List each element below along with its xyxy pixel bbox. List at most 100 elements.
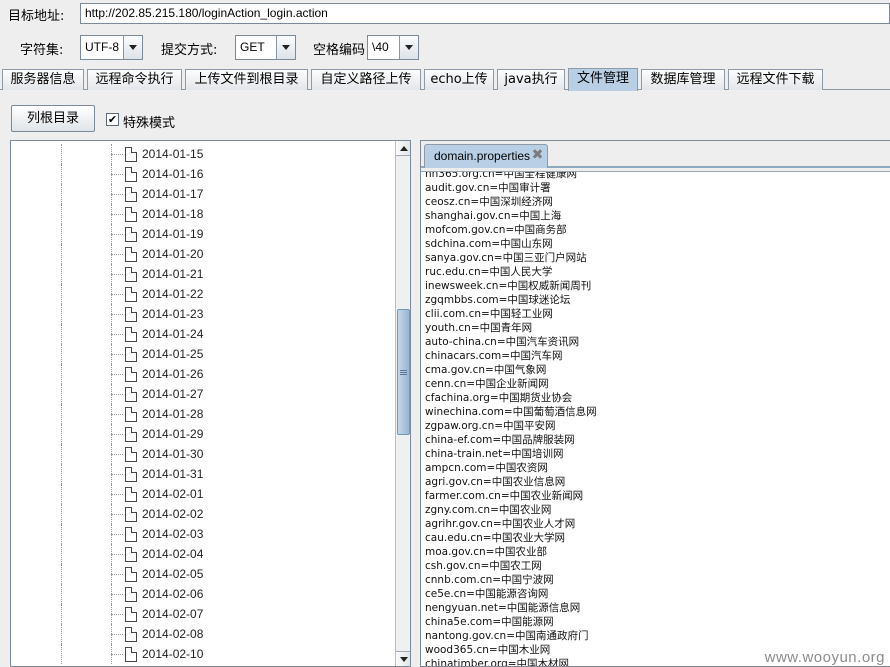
target-url-input[interactable]: http://202.85.215.180/loginAction_login.… xyxy=(80,3,890,24)
file-icon xyxy=(125,447,137,462)
tree-item[interactable]: 2014-01-18 xyxy=(11,204,395,224)
file-icon xyxy=(125,287,137,302)
tree-guide-line xyxy=(61,144,62,164)
tree-item-label: 2014-02-02 xyxy=(142,507,204,521)
tree-scrollbar[interactable] xyxy=(395,141,410,666)
tree-item[interactable]: 2014-02-08 xyxy=(11,624,395,644)
charset-select[interactable]: UTF-8 xyxy=(80,35,143,60)
tree-item[interactable]: 2014-02-07 xyxy=(11,604,395,624)
tree-item[interactable]: 2014-01-30 xyxy=(11,444,395,464)
tree-item[interactable]: 2014-01-26 xyxy=(11,364,395,384)
text-line: ruc.edu.cn=中国人民大学 xyxy=(425,266,553,278)
tree-item[interactable]: 2014-02-05 xyxy=(11,564,395,584)
space-encoding-select[interactable]: \40 xyxy=(367,35,419,60)
tree-item[interactable]: 2014-01-27 xyxy=(11,384,395,404)
tree-item[interactable]: 2014-01-31 xyxy=(11,464,395,484)
method-select[interactable]: GET xyxy=(235,35,296,60)
file-icon xyxy=(125,587,137,602)
space-encoding-value: \40 xyxy=(372,40,389,54)
tab-upload-root[interactable]: 上传文件到根目录 xyxy=(185,69,308,90)
tab-echo-upload[interactable]: echo上传 xyxy=(424,69,494,90)
tree-branch-line xyxy=(111,354,123,355)
tree-item[interactable]: 2014-01-16 xyxy=(11,164,395,184)
text-line: nengyuan.net=中国能源信息网 xyxy=(425,602,581,614)
method-label: 提交方式: xyxy=(161,43,218,58)
text-line: zgqmbbs.com=中国球迷论坛 xyxy=(425,294,571,306)
panel-splitter[interactable] xyxy=(412,140,420,667)
text-line: auto-china.cn=中国汽车资讯网 xyxy=(425,336,580,348)
editor-tabbar: domain.properties ✖ xyxy=(421,141,890,168)
tab-db-manager[interactable]: 数据库管理 xyxy=(641,69,725,90)
file-tab-domain-properties[interactable]: domain.properties ✖ xyxy=(424,144,548,168)
tree-item[interactable]: 2014-01-25 xyxy=(11,344,395,364)
grip-icon xyxy=(400,369,407,375)
tab-remote-command[interactable]: 远程命令执行 xyxy=(87,69,182,90)
tree-branch-line xyxy=(111,394,123,395)
tree-item[interactable]: 2014-01-24 xyxy=(11,324,395,344)
tree-item[interactable]: 2014-01-19 xyxy=(11,224,395,244)
file-tree[interactable]: 2014-01-15 2014-01-16 2014-01-17 2014-01-18… xyxy=(11,144,395,664)
tree-item[interactable]: 2014-01-15 xyxy=(11,144,395,164)
tree-item[interactable]: 2014-02-04 xyxy=(11,544,395,564)
tab-java-exec[interactable]: java执行 xyxy=(497,69,565,90)
tree-branch-line xyxy=(111,434,123,435)
tree-item[interactable]: 2014-01-28 xyxy=(11,404,395,424)
text-line: nn365.org.cn=中国全程健康网 xyxy=(425,171,577,180)
text-line: cenn.cn=中国企业新闻网 xyxy=(425,378,549,390)
text-line: audit.gov.cn=中国审计署 xyxy=(425,182,551,194)
tree-guide-line xyxy=(61,524,62,544)
tree-branch-line xyxy=(111,614,123,615)
tree-guide-line xyxy=(61,384,62,404)
text-line: youth.cn=中国青年网 xyxy=(425,322,533,334)
scroll-down-icon[interactable] xyxy=(396,651,410,666)
tree-item-label: 2014-01-20 xyxy=(142,247,204,261)
tree-guide-line xyxy=(61,224,62,244)
file-content-textarea[interactable]: nn365.org.cn=中国全程健康网 audit.gov.cn=中国审计署 ce… xyxy=(421,171,890,666)
tree-item[interactable]: 2014-01-20 xyxy=(11,244,395,264)
chevron-down-icon[interactable] xyxy=(123,36,142,59)
tree-item[interactable]: 2014-01-23 xyxy=(11,304,395,324)
tab-server-info[interactable]: 服务器信息 xyxy=(2,69,84,90)
tab-file-manager[interactable]: 文件管理 xyxy=(568,68,638,91)
text-line: agri.gov.cn=中国农业信息网 xyxy=(425,476,566,488)
tree-item-label: 2014-01-23 xyxy=(142,307,204,321)
tree-guide-line xyxy=(61,324,62,344)
tree-item[interactable]: 2014-01-22 xyxy=(11,284,395,304)
tree-item[interactable]: 2014-02-01 xyxy=(11,484,395,504)
text-line: chinacars.com=中国汽车网 xyxy=(425,350,563,362)
file-icon xyxy=(125,527,137,542)
tree-guide-line xyxy=(61,184,62,204)
tab-remote-download[interactable]: 远程文件下载 xyxy=(728,69,823,90)
tree-item[interactable]: 2014-02-06 xyxy=(11,584,395,604)
tree-guide-line xyxy=(61,564,62,584)
text-line: cnnb.com.cn=中国宁波网 xyxy=(425,574,554,586)
close-icon[interactable]: ✖ xyxy=(531,148,544,162)
tree-item[interactable]: 2014-02-03 xyxy=(11,524,395,544)
tree-guide-line xyxy=(61,204,62,224)
text-line: sanya.gov.cn=中国三亚门户网站 xyxy=(425,252,587,264)
chevron-down-icon[interactable] xyxy=(276,36,295,59)
tree-item-label: 2014-01-18 xyxy=(142,207,204,221)
tree-branch-line xyxy=(111,534,123,535)
file-tree-panel[interactable]: 2014-01-15 2014-01-16 2014-01-17 2014-01-18… xyxy=(10,140,411,667)
tree-item[interactable]: 2014-02-02 xyxy=(11,504,395,524)
tree-guide-line xyxy=(61,644,62,664)
tree-item[interactable]: 2014-01-29 xyxy=(11,424,395,444)
tree-guide-line xyxy=(61,404,62,424)
text-line: ampcn.com=中国农资网 xyxy=(425,462,548,474)
tree-item[interactable]: 2014-01-21 xyxy=(11,264,395,284)
special-mode-checkbox[interactable]: ✔ xyxy=(106,113,119,126)
target-label: 目标地址: xyxy=(8,9,65,24)
tab-custom-upload[interactable]: 自定义路径上传 xyxy=(311,69,421,90)
file-icon xyxy=(125,507,137,522)
tree-guide-line xyxy=(61,444,62,464)
tree-branch-line xyxy=(111,454,123,455)
file-icon xyxy=(125,247,137,262)
list-root-button[interactable]: 列根目录 xyxy=(11,105,95,132)
tree-item[interactable]: 2014-02-10 xyxy=(11,644,395,664)
scroll-up-icon[interactable] xyxy=(396,141,410,156)
tree-guide-line xyxy=(61,584,62,604)
tree-item[interactable]: 2014-01-17 xyxy=(11,184,395,204)
chevron-down-icon[interactable] xyxy=(399,36,418,59)
scroll-thumb[interactable] xyxy=(397,309,410,435)
